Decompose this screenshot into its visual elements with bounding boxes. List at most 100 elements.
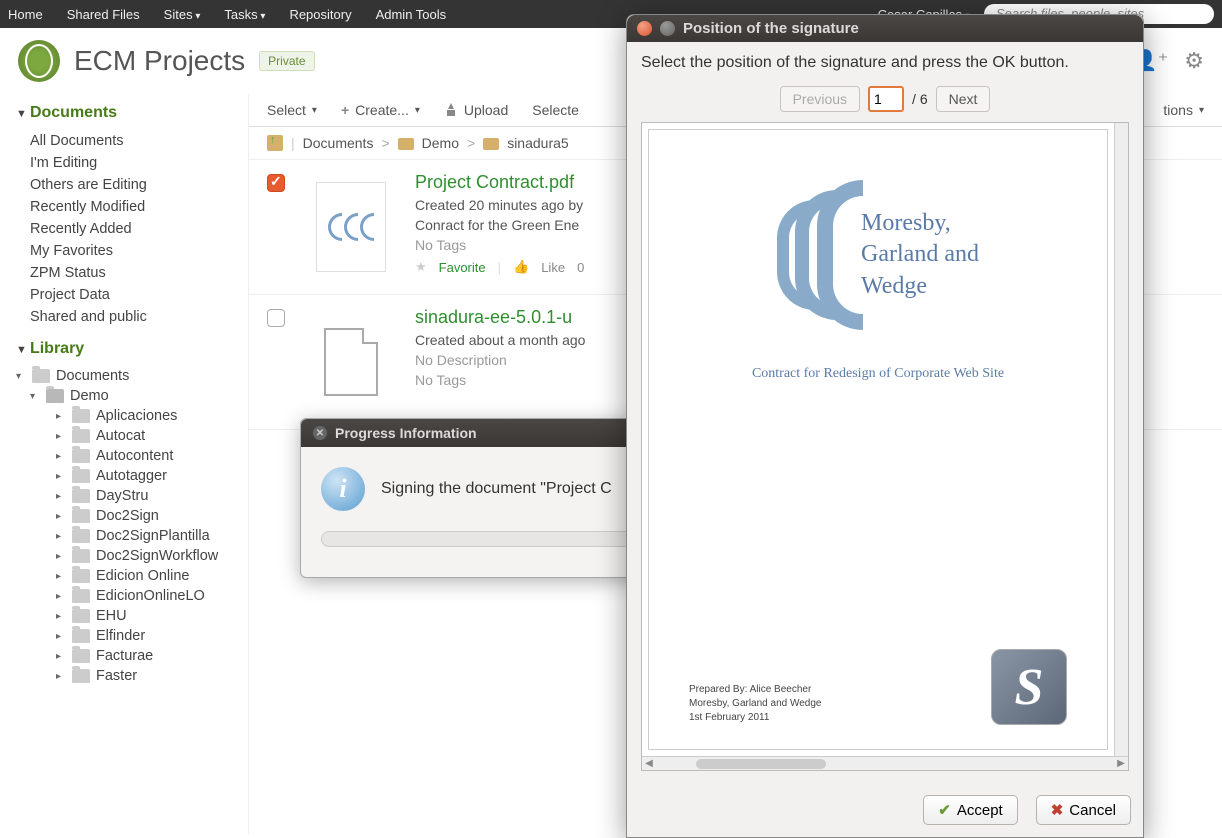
tree-folder[interactable]: ▸DayStru [16,486,238,506]
pdf-preview[interactable]: Moresby,Garland andWedge Contract for Re… [641,122,1129,771]
folder-icon [72,669,90,683]
accept-button[interactable]: ✔Accept [923,795,1017,825]
nav-home[interactable]: Home [8,7,43,22]
create-menu[interactable]: +Create... [341,102,420,118]
crumb-demo[interactable]: Demo [422,135,459,151]
crumb-current: sinadura5 [507,135,569,151]
crumb-root[interactable]: Documents [303,135,374,151]
tree-folder[interactable]: ▸Autocat [16,426,238,446]
next-button[interactable]: Next [936,86,991,112]
scrollbar-horizontal[interactable]: ◀ ▶ [642,756,1128,770]
tree-root[interactable]: ▾Documents [16,366,238,386]
window-close-icon[interactable] [637,21,652,36]
sidebar-doc-filter[interactable]: ZPM Status [16,262,238,284]
signature-modal: Position of the signature Select the pos… [626,14,1144,838]
select-menu[interactable]: Select [267,102,317,118]
progress-title: Progress Information [335,425,477,441]
like-link[interactable]: Like [541,260,565,275]
visibility-badge: Private [259,51,314,71]
folder-icon [72,409,90,423]
modal-titlebar: Position of the signature [627,15,1143,42]
page-total: / 6 [912,91,928,107]
folder-icon [72,529,90,543]
pdf-page[interactable]: Moresby,Garland andWedge Contract for Re… [648,129,1108,750]
folder-icon [72,429,90,443]
signature-stamp-icon[interactable]: S [991,649,1067,725]
selected-menu[interactable]: Selecte [532,102,579,118]
site-title: ECM Projects [74,45,245,77]
nav-tasks[interactable]: Tasks [224,7,265,22]
tree-folder[interactable]: ▸Faster [16,666,238,686]
progress-message: Signing the document "Project C [381,480,612,498]
x-icon: ✖ [1051,801,1064,819]
folder-icon [72,569,90,583]
sidebar-doc-filter[interactable]: Shared and public [16,306,238,328]
modal-title: Position of the signature [683,20,859,37]
cancel-button[interactable]: ✖Cancel [1036,795,1131,825]
row-checkbox[interactable] [267,309,285,327]
doc-thumbnail[interactable] [301,307,401,417]
doc-subtitle: Contract for Redesign of Corporate Web S… [679,366,1077,382]
like-icon[interactable]: 👍 [513,259,529,275]
page-input[interactable] [868,86,904,112]
tree-folder[interactable]: ▸Autocontent [16,446,238,466]
sidebar-doc-filter[interactable]: All Documents [16,130,238,152]
folder-icon [72,649,90,663]
options-menu[interactable]: tions [1163,102,1204,118]
tree-folder[interactable]: ▸Doc2Sign [16,506,238,526]
folder-icon [72,589,90,603]
scrollbar-vertical[interactable] [1114,123,1128,756]
tree-demo[interactable]: ▾Demo [16,386,238,406]
folder-icon [72,549,90,563]
sidebar-doc-filter[interactable]: My Favorites [16,240,238,262]
window-min-icon[interactable] [660,21,675,36]
star-icon[interactable]: ★ [415,259,427,275]
doc-prepared: Prepared By: Alice Beecher Moresby, Garl… [689,683,821,725]
sidebar-doc-filter[interactable]: Project Data [16,284,238,306]
tree-folder[interactable]: ▸Doc2SignPlantilla [16,526,238,546]
upload-button[interactable]: Upload [444,102,508,118]
tree-folder[interactable]: ▸Elfinder [16,626,238,646]
folder-icon [72,629,90,643]
breadcrumb-up-icon[interactable] [267,135,283,151]
sidebar: Documents All DocumentsI'm EditingOthers… [0,94,248,834]
section-documents[interactable]: Documents [16,104,238,122]
folder-icon [72,509,90,523]
like-count: 0 [577,260,584,275]
sidebar-doc-filter[interactable]: Others are Editing [16,174,238,196]
modal-instruction: Select the position of the signature and… [641,54,1129,72]
check-icon: ✔ [938,801,951,819]
nav-sites[interactable]: Sites [164,7,201,22]
tree-folder[interactable]: ▸Facturae [16,646,238,666]
folder-icon [72,449,90,463]
folder-icon [398,138,414,150]
prev-button[interactable]: Previous [780,86,860,112]
tree-folder[interactable]: ▸EdicionOnlineLO [16,586,238,606]
sidebar-doc-filter[interactable]: Recently Added [16,218,238,240]
plus-icon: + [341,102,349,118]
folder-icon [72,489,90,503]
site-logo-icon [18,40,60,82]
folder-icon [72,609,90,623]
nav-repository[interactable]: Repository [289,7,351,22]
tree-folder[interactable]: ▸EHU [16,606,238,626]
doc-thumbnail[interactable] [301,172,401,282]
tree-folder[interactable]: ▸Edicion Online [16,566,238,586]
row-checkbox[interactable] [267,174,285,192]
favorite-link[interactable]: Favorite [439,260,486,275]
nav-shared[interactable]: Shared Files [67,7,140,22]
pager: Previous / 6 Next [641,86,1129,112]
sidebar-doc-filter[interactable]: I'm Editing [16,152,238,174]
close-icon[interactable]: ✕ [313,426,327,440]
tree-folder[interactable]: ▸Autotagger [16,466,238,486]
tree-folder[interactable]: ▸Aplicaciones [16,406,238,426]
sidebar-doc-filter[interactable]: Recently Modified [16,196,238,218]
tree-folder[interactable]: ▸Doc2SignWorkflow [16,546,238,566]
upload-icon [444,103,458,117]
nav-admin[interactable]: Admin Tools [376,7,447,22]
folder-icon [483,138,499,150]
section-library[interactable]: Library [16,340,238,358]
folder-icon [72,469,90,483]
doc-company: Moresby,Garland andWedge [861,208,979,302]
gear-icon[interactable]: ⚙ [1184,48,1204,74]
